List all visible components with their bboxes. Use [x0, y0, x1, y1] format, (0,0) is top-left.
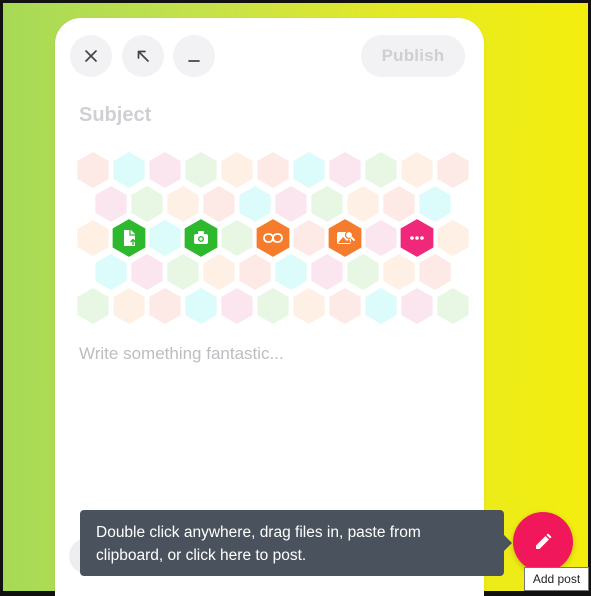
hex-tile	[131, 254, 163, 290]
hex-tile	[401, 288, 433, 324]
hex-tile	[329, 152, 361, 188]
hex-tile	[149, 220, 181, 256]
hex-tile	[365, 288, 397, 324]
hex-tile	[185, 288, 217, 324]
attach-document-button[interactable]	[112, 219, 146, 257]
hex-tile	[203, 254, 235, 290]
close-icon	[85, 50, 97, 62]
hex-tile	[311, 254, 343, 290]
hex-tile	[347, 254, 379, 290]
hex-tile	[77, 152, 109, 188]
expand-icon	[137, 50, 149, 62]
hex-tile	[149, 288, 181, 324]
publish-button[interactable]: Publish	[361, 35, 465, 77]
add-post-button[interactable]	[513, 512, 573, 572]
pencil-icon	[536, 533, 552, 549]
hex-tile	[437, 288, 469, 324]
hex-tile	[95, 254, 127, 290]
hex-tile	[113, 152, 145, 188]
hex-tile	[257, 152, 289, 188]
attach-link-button[interactable]	[256, 219, 290, 257]
attach-camera-button[interactable]	[184, 219, 218, 257]
close-button[interactable]	[70, 35, 112, 77]
hex-tile	[293, 220, 325, 256]
hex-tile	[239, 254, 271, 290]
minimize-button[interactable]	[173, 35, 215, 77]
hex-tile	[149, 152, 181, 188]
hex-tile	[347, 186, 379, 222]
hex-tile	[185, 152, 217, 188]
attachment-picker	[77, 152, 469, 324]
more-options-button[interactable]	[400, 219, 434, 257]
hex-tile	[383, 254, 415, 290]
hex-tile	[293, 288, 325, 324]
hex-tile	[383, 186, 415, 222]
tooltip-line-2: clipboard, or click here to post.	[96, 547, 307, 564]
hex-tile	[365, 220, 397, 256]
hex-tile	[203, 186, 235, 222]
hex-tile	[401, 152, 433, 188]
hex-tile	[77, 220, 109, 256]
hex-tile	[365, 152, 397, 188]
hex-tile	[419, 186, 451, 222]
expand-button[interactable]	[122, 35, 164, 77]
hex-tile	[95, 186, 127, 222]
hex-tile	[77, 288, 109, 324]
hex-tile	[293, 152, 325, 188]
hex-tile	[311, 186, 343, 222]
minimize-icon	[188, 60, 200, 62]
body-textarea[interactable]	[79, 344, 459, 504]
hex-tile	[221, 152, 253, 188]
more-icon	[410, 236, 424, 240]
hex-tile	[239, 186, 271, 222]
hex-tile	[113, 288, 145, 324]
hex-tile	[257, 288, 289, 324]
hex-tile	[221, 288, 253, 324]
hex-tile	[167, 186, 199, 222]
hex-tile	[437, 220, 469, 256]
tooltip-line-1: Double click anywhere, drag files in, pa…	[96, 524, 421, 541]
hex-tile	[131, 186, 163, 222]
attach-image-search-button[interactable]	[328, 219, 362, 257]
hex-tile	[437, 152, 469, 188]
hex-tile	[275, 186, 307, 222]
add-post-tooltip: Add post	[524, 567, 589, 591]
post-hint-tooltip: Double click anywhere, drag files in, pa…	[80, 510, 512, 576]
hex-tile	[329, 288, 361, 324]
hex-tile	[221, 220, 253, 256]
hex-tile	[167, 254, 199, 290]
subject-input[interactable]	[79, 104, 439, 127]
hex-tile	[275, 254, 307, 290]
hex-tile	[419, 254, 451, 290]
